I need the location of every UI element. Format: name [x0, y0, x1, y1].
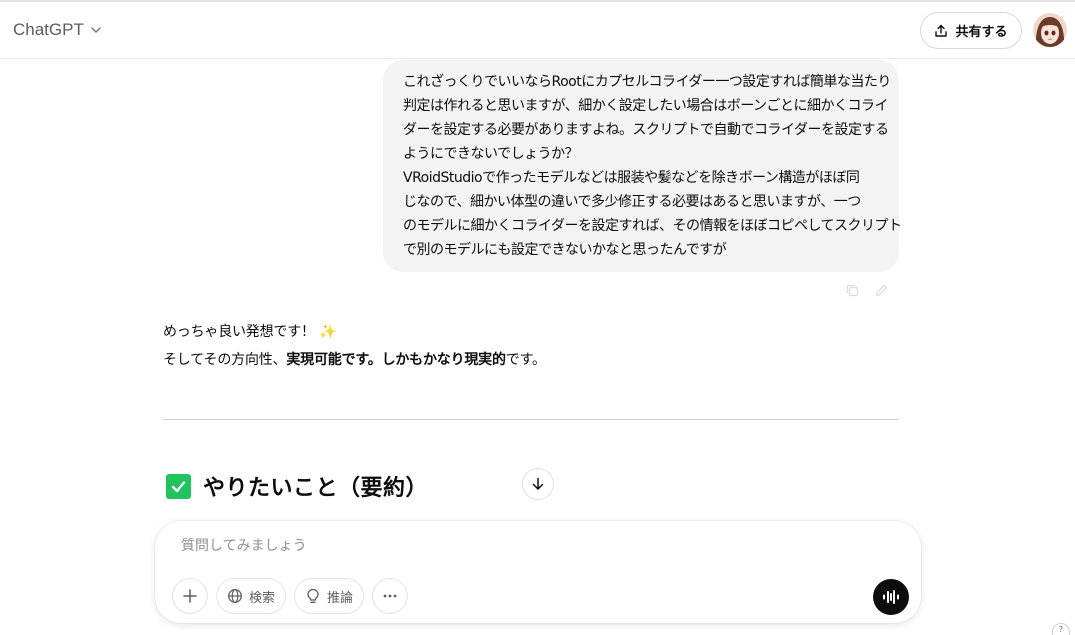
share-icon: [935, 24, 948, 37]
user-message-line: これざっくりでいいならRootにカプセルコライダー一つ設定すれば簡単な当たり: [403, 74, 891, 90]
share-label: 共有する: [955, 25, 1008, 40]
sparkles-icon: ✨: [319, 324, 337, 340]
assistant-message: めっちゃ良い発想です！ ✨ そしてその方向性、実現可能です。しかもかなり現実的で…: [163, 318, 899, 374]
model-selector[interactable]: ChatGPT: [13, 20, 102, 40]
share-button[interactable]: 共有する: [920, 12, 1022, 49]
user-message-line: で別のモデルにも設定できないかなと思ったんですが: [403, 242, 727, 258]
message-actions: [844, 282, 890, 299]
section-heading-text: やりたいこと（要約）: [203, 476, 429, 501]
avatar-image: [1033, 13, 1067, 47]
user-message-line: じなので、細かい体型の違いで多少修正する必要はあると思いますが、一つ: [403, 194, 861, 210]
assistant-text: です。: [505, 352, 546, 368]
assistant-line-2: そしてその方向性、実現可能です。しかもかなり現実的です。: [163, 346, 899, 374]
check-box-icon: [166, 473, 191, 499]
reason-label: 推論: [326, 590, 353, 606]
attach-button[interactable]: [172, 578, 208, 614]
top-bar: ChatGPT 共有する: [0, 2, 1075, 59]
model-name: ChatGPT: [13, 20, 84, 39]
chevron-down-icon: [91, 27, 101, 33]
user-message-line: VRoidStudioで作ったモデルなどは服装や髪などを除きボーン構造がほぼ同: [403, 170, 860, 186]
copy-icon[interactable]: [844, 282, 861, 299]
voice-mode-icon: [883, 590, 899, 604]
user-message-line: 判定は作れると思いますが、細かく設定したい場合はボーンごとに細かくコライ: [403, 98, 889, 114]
globe-icon: [228, 589, 242, 603]
reason-button[interactable]: 推論: [294, 578, 364, 614]
more-tools-button[interactable]: [372, 578, 408, 614]
voice-mode-button[interactable]: [873, 579, 909, 615]
assistant-line-1: めっちゃ良い発想です！ ✨: [163, 318, 899, 346]
lightbulb-icon: [307, 588, 319, 603]
ellipsis-icon: [383, 594, 397, 598]
search-button[interactable]: 検索: [216, 578, 286, 614]
user-message-line: ようにできないでしょうか？: [403, 146, 579, 162]
help-button[interactable]: ?: [1052, 623, 1070, 635]
composer: 検索 推論: [155, 521, 921, 623]
avatar[interactable]: [1033, 13, 1067, 47]
divider: [163, 419, 899, 420]
prompt-input[interactable]: [181, 538, 831, 554]
user-message-line: ダーを設定する必要がありますよね。スクリプトで自動でコライダーを設定する: [403, 122, 889, 138]
search-label: 検索: [248, 590, 275, 606]
user-message-line: のモデルに細かくコライダーを設定すれば、その情報をほぼコピペしてスクリプト: [403, 218, 902, 234]
assistant-text: めっちゃ良い発想です！: [163, 324, 315, 340]
plus-icon: [183, 589, 197, 603]
assistant-bold-text: 実現可能です。しかもかなり現実的: [286, 352, 506, 368]
assistant-text: そしてその方向性、: [163, 352, 287, 368]
scroll-to-bottom-button[interactable]: [522, 468, 554, 500]
edit-icon[interactable]: [873, 282, 890, 299]
section-heading: やりたいこと（要約）: [166, 470, 428, 502]
user-message-bubble: これざっくりでいいならRootにカプセルコライダー一つ設定すれば簡単な当たり 判…: [383, 60, 902, 272]
arrow-down-icon: [532, 477, 544, 490]
